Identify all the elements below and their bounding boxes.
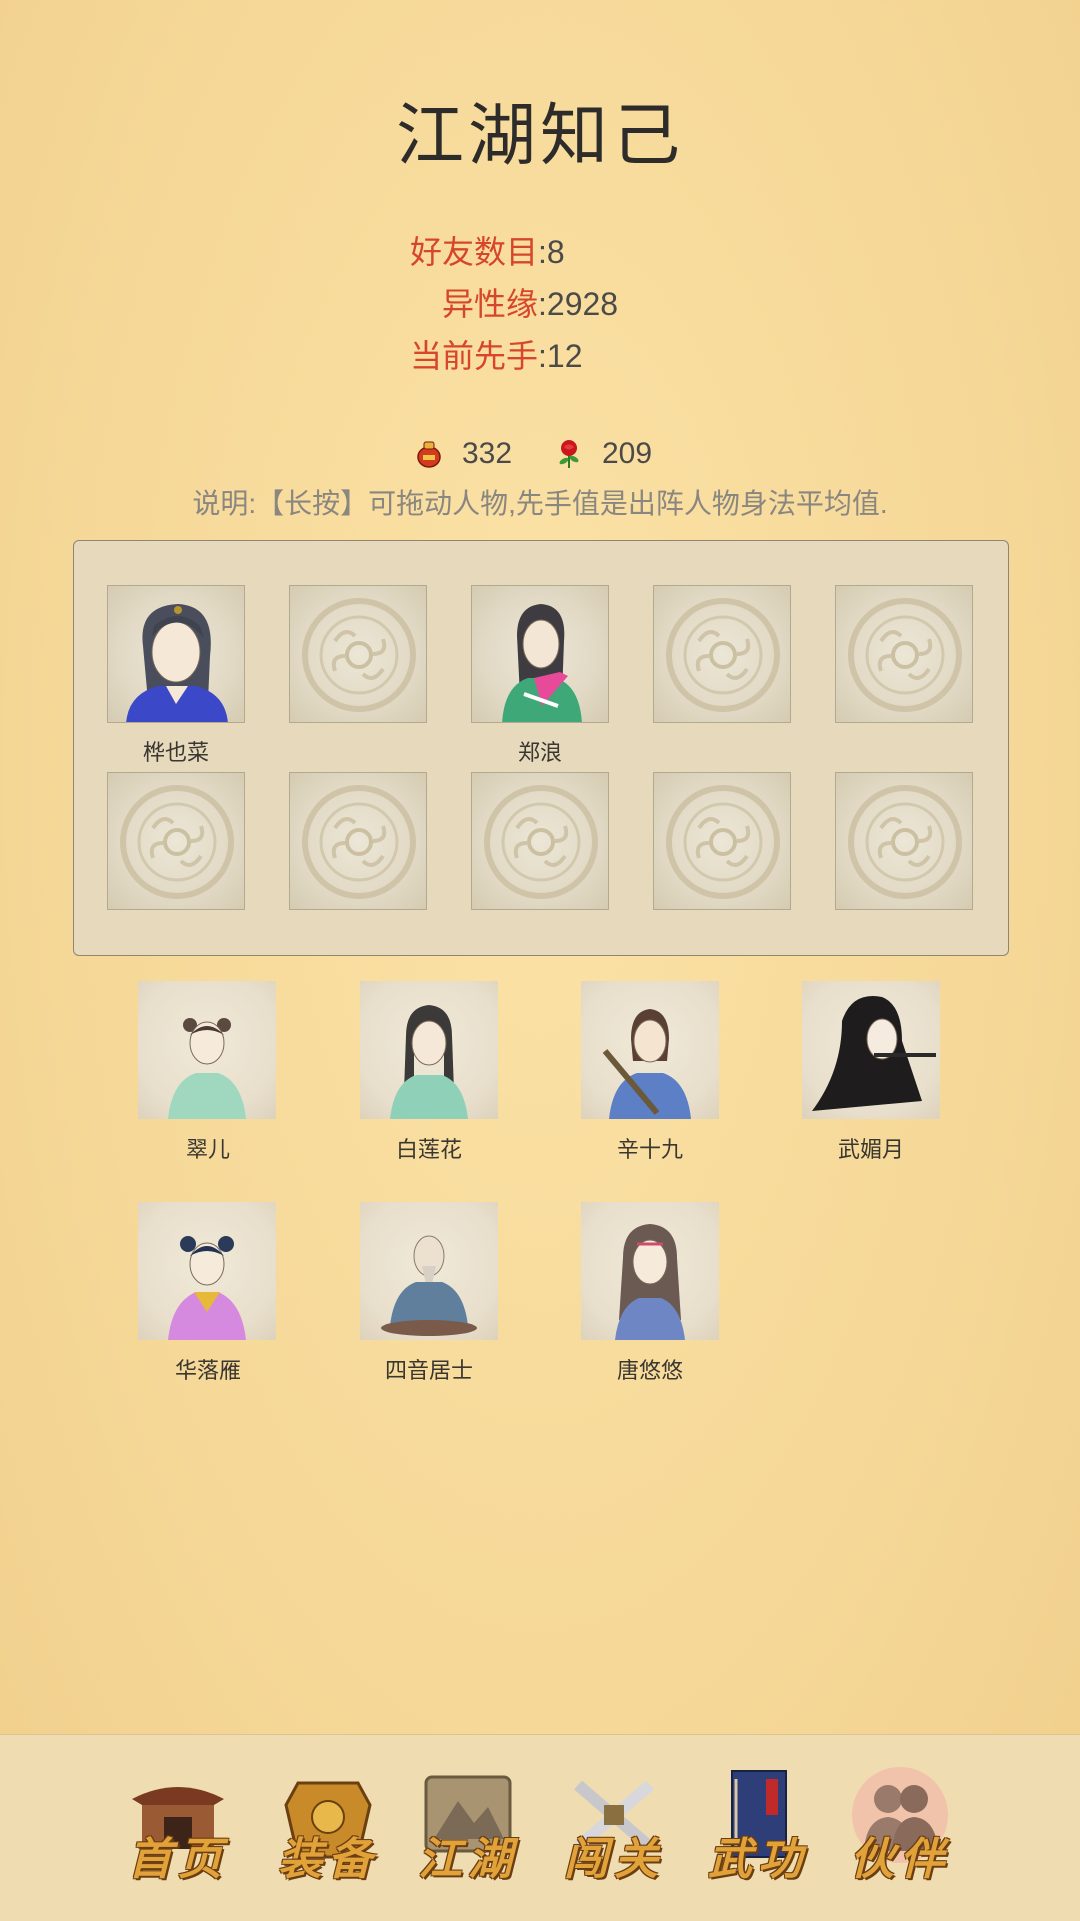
nav-martial-arts[interactable]: 武功 xyxy=(698,1765,818,1885)
portrait-girl-buns xyxy=(168,1018,246,1119)
nav-partners-active[interactable]: 伙伴 xyxy=(840,1765,960,1885)
team-slot-empty[interactable] xyxy=(107,772,245,910)
bronze-mirror-pattern xyxy=(484,785,598,899)
resource-bar: 332 209 xyxy=(0,430,1080,478)
instruction-note: 说明:【长按】可拖动人物,先手值是出阵人物身法平均值. xyxy=(192,488,888,519)
portrait-woman-braids xyxy=(390,1005,468,1119)
slot-name: 郑浪 xyxy=(517,740,562,765)
stat-value: :8 xyxy=(538,234,565,270)
stat-initiative: 当前先手:12 xyxy=(0,330,1080,382)
red-gourd-icon xyxy=(417,441,441,468)
nav-challenge[interactable]: 闯关 xyxy=(554,1765,674,1885)
nav-label: 伙伴 xyxy=(850,1834,950,1885)
team-slot-empty[interactable] xyxy=(471,772,609,910)
team-slot-empty[interactable] xyxy=(289,772,427,910)
companion-card[interactable] xyxy=(138,981,276,1119)
resource-rose: 209 xyxy=(554,430,652,478)
bronze-mirror-pattern xyxy=(302,785,416,899)
companion-card[interactable] xyxy=(802,981,940,1119)
companion-name: 翠儿 xyxy=(185,1137,230,1162)
companion-name: 唐悠悠 xyxy=(616,1358,683,1383)
team-slot-empty[interactable] xyxy=(289,585,427,723)
bronze-mirror-pattern xyxy=(666,785,780,899)
team-formation-panel: 桦也菜 郑浪 xyxy=(73,540,1009,956)
team-slot-empty[interactable] xyxy=(835,772,973,910)
stat-friend-count: 好友数目:8 xyxy=(0,226,1080,278)
portrait-woman-black-hair-flute xyxy=(812,996,936,1111)
nav-label: 首页 xyxy=(128,1834,228,1885)
nav-jianghu[interactable]: 江湖 xyxy=(408,1765,528,1885)
companion-card[interactable] xyxy=(360,1202,498,1340)
team-slot-empty[interactable] xyxy=(835,585,973,723)
nav-label: 江湖 xyxy=(418,1834,518,1885)
bronze-mirror-pattern xyxy=(848,598,962,712)
nav-label: 装备 xyxy=(278,1834,378,1885)
team-slot[interactable] xyxy=(107,585,245,723)
portrait-woman-purple-robe xyxy=(168,1236,246,1340)
page-title: 江湖知己 xyxy=(395,97,684,176)
portrait-woman-long-hair xyxy=(615,1224,685,1340)
companion-name: 白莲花 xyxy=(395,1137,462,1162)
bronze-mirror-pattern xyxy=(120,785,234,899)
stat-label: 异性缘 xyxy=(441,286,538,322)
bronze-mirror-pattern xyxy=(302,598,416,712)
team-slot[interactable] xyxy=(471,585,609,723)
companion-name: 四音居士 xyxy=(384,1358,473,1383)
companion-name: 辛十九 xyxy=(616,1137,683,1162)
team-slot-empty[interactable] xyxy=(653,585,791,723)
stat-value: :2928 xyxy=(538,286,619,322)
companion-name: 华落雁 xyxy=(174,1358,241,1383)
resource-value: 332 xyxy=(462,437,513,470)
resource-value: 209 xyxy=(602,437,653,470)
portrait-male-green-robe xyxy=(502,604,582,722)
red-rose-icon xyxy=(559,440,579,468)
portrait-old-hermit xyxy=(381,1235,477,1336)
stat-charm: 异性缘:2928 xyxy=(0,278,1080,330)
portrait-man-blue-flute xyxy=(602,1009,691,1119)
bronze-mirror-pattern xyxy=(848,785,962,899)
companion-card[interactable] xyxy=(138,1202,276,1340)
nav-label: 武功 xyxy=(708,1834,808,1885)
nav-label: 闯关 xyxy=(564,1834,664,1885)
stat-label: 当前先手 xyxy=(409,338,538,374)
portrait-male-blue-robe xyxy=(126,604,228,722)
stat-label: 好友数目 xyxy=(409,234,538,270)
bronze-mirror-pattern xyxy=(666,598,780,712)
companion-card[interactable] xyxy=(581,1202,719,1340)
nav-home[interactable]: 首页 xyxy=(118,1765,238,1885)
stat-value: :12 xyxy=(538,338,583,374)
companion-card[interactable] xyxy=(360,981,498,1119)
companion-card[interactable] xyxy=(581,981,719,1119)
companion-name: 武媚月 xyxy=(837,1137,904,1162)
team-slot-empty[interactable] xyxy=(653,772,791,910)
nav-equipment[interactable]: 装备 xyxy=(268,1765,388,1885)
bottom-navigation: 首页 装备 江湖 闯关 武功 伙伴 xyxy=(0,1734,1080,1921)
resource-gourd: 332 xyxy=(414,430,512,478)
slot-name: 桦也菜 xyxy=(142,740,209,765)
